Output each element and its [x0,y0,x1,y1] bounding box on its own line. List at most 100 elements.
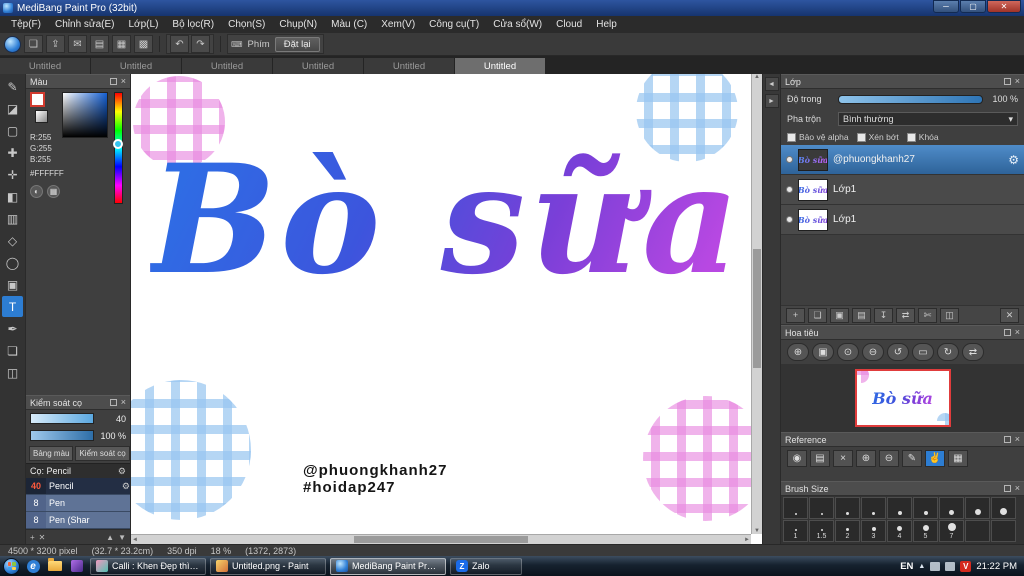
tab-untitled-6[interactable]: Untitled [455,58,546,74]
menu-edit[interactable]: Chỉnh sửa(E) [48,19,122,30]
brush-size-cell[interactable] [809,497,834,519]
ref-grid-button[interactable]: ▦ [948,449,968,467]
visibility-icon[interactable] [786,186,793,193]
pen-tool[interactable]: ✎ [2,76,23,97]
language-indicator[interactable]: EN [900,561,913,572]
start-button[interactable] [3,557,20,575]
reset-button[interactable]: Đặt lại [274,36,320,52]
ref-target-button[interactable]: ◉ [787,449,807,467]
brush-opacity-slider[interactable] [30,430,94,441]
tab-untitled-3[interactable]: Untitled [182,58,273,74]
opacity-slider[interactable] [838,94,983,104]
grid-button[interactable]: ▦ [112,35,131,53]
delete-brush-icon[interactable]: ✕ [39,533,46,542]
layer-row-1[interactable]: Bò sữa Lớp1 [781,175,1024,205]
scroll-right-arrow[interactable]: ► [744,537,750,543]
delete-layer-button[interactable]: ✕ [1000,307,1019,323]
transfer-layer-button[interactable]: ⇄ [896,307,915,323]
ref-hand-button[interactable]: ✌ [925,449,945,467]
menu-tools[interactable]: Công cụ(T) [422,19,486,30]
menu-select[interactable]: Chọn(S) [221,19,272,30]
horizontal-scrollbar[interactable]: ◄ ► [131,534,751,544]
add-folder-button[interactable]: ▣ [830,307,849,323]
mask-layer-button[interactable]: ◫ [940,307,959,323]
expand-panel-button[interactable]: ► [764,94,779,108]
duplicate-layer-button[interactable]: ❏ [808,307,827,323]
close-icon[interactable]: × [1015,484,1020,493]
comment-button[interactable]: ✉ [68,35,87,53]
brush-size-cell[interactable] [965,520,990,542]
scroll-down-icon[interactable]: ▼ [118,533,126,542]
add-layer-button[interactable]: + [786,307,805,323]
minimize-button[interactable]: ─ [933,0,959,13]
brush-size-cell-7[interactable]: 7 [939,520,964,542]
scroll-up-arrow[interactable]: ▲ [754,74,760,80]
clock[interactable]: 21:22 PM [976,561,1017,572]
rotate-ccw-button[interactable]: ↺ [887,343,909,361]
undo-button[interactable]: ↶ [170,35,189,53]
menu-color[interactable]: Màu (C) [324,19,374,30]
gear-icon[interactable]: ⚙ [122,481,130,491]
actual-size-button[interactable]: ⊙ [837,343,859,361]
visibility-icon[interactable] [786,216,793,223]
visibility-icon[interactable] [786,156,793,163]
redo-button[interactable]: ↷ [191,35,210,53]
tab-color-palette[interactable]: Bảng màu [29,446,74,461]
menu-filter[interactable]: Bộ lọc(R) [165,19,221,30]
brush-size-slider[interactable] [30,413,94,424]
menu-layer[interactable]: Lớp(L) [122,19,166,30]
gear-icon[interactable]: ⚙ [118,466,126,476]
new-canvas-button[interactable]: ❏ [24,35,43,53]
publish-button[interactable]: ⇪ [46,35,65,53]
ref-open-image-button[interactable]: ▤ [810,449,830,467]
blend-mode-select[interactable]: Bình thường ▾ [838,112,1018,126]
menu-file[interactable]: Tệp(F) [4,19,48,30]
medibang-brush-icon[interactable] [4,35,21,53]
popout-icon[interactable] [1003,436,1011,443]
vietkey-icon[interactable]: V [960,560,972,572]
quicklaunch-explorer[interactable] [46,558,64,574]
canvas[interactable]: Bò sữa @phuongkhanh27 #hoidap247 ▲ ▼ ◄ ► [130,74,762,544]
close-button[interactable]: ✕ [987,0,1021,13]
taskbar-button-paint[interactable]: Untitled.png - Paint [210,557,326,575]
tab-untitled-5[interactable]: Untitled [364,58,455,74]
popout-icon[interactable] [109,78,117,85]
popout-icon[interactable] [109,399,117,406]
ref-pick-button[interactable]: ✎ [902,449,922,467]
volume-icon[interactable] [945,561,956,571]
taskbar-button-calli[interactable]: Calli : Khen Đẹp thì h... [90,557,206,575]
gradient-tool[interactable]: ▥ [2,208,23,229]
clear-layer-button[interactable]: ✄ [918,307,937,323]
saturation-value-box[interactable] [62,92,108,138]
maximize-button[interactable]: ▢ [960,0,986,13]
rotate-cw-button[interactable]: ↻ [937,343,959,361]
brush-size-cell-5[interactable]: 5 [913,520,938,542]
horizontal-scroll-thumb[interactable] [354,536,528,543]
navigator-preview[interactable]: Bò sữa [854,369,951,427]
ref-clear-button[interactable]: × [833,449,853,467]
ref-zoom-out-button[interactable]: ⊖ [879,449,899,467]
brush-size-cell-1[interactable]: 1 [783,520,808,542]
menu-snap[interactable]: Chụp(N) [272,19,324,30]
clipping-checkbox[interactable]: Xén bớt [856,132,899,142]
brush-size-cell-4[interactable]: 4 [887,520,912,542]
hue-knob[interactable] [113,139,123,150]
marquee-select-tool[interactable]: ▢ [2,120,23,141]
taskbar-button-medibang[interactable]: MediBang Paint Pro ... [330,557,446,575]
layer-row-2[interactable]: Bò sữa Lớp1 [781,205,1024,235]
scroll-left-arrow[interactable]: ◄ [132,537,138,543]
menu-cloud[interactable]: Cloud [549,19,589,30]
brush-size-cell[interactable] [861,497,886,519]
fill-tool[interactable]: ◧ [2,186,23,207]
collapse-panel-button[interactable]: ◄ [764,77,779,91]
brush-size-cell[interactable] [939,497,964,519]
material-button[interactable]: ▩ [134,35,153,53]
hue-slider[interactable] [113,92,123,204]
protect-alpha-checkbox[interactable]: Bảo vệ alpha [787,132,849,142]
merge-down-button[interactable]: ↧ [874,307,893,323]
quicklaunch-media[interactable] [68,558,86,574]
quicklaunch-browser[interactable]: e [24,558,42,574]
network-icon[interactable] [930,561,941,571]
popout-icon[interactable] [1003,78,1011,85]
reset-view-button[interactable]: ▭ [912,343,934,361]
